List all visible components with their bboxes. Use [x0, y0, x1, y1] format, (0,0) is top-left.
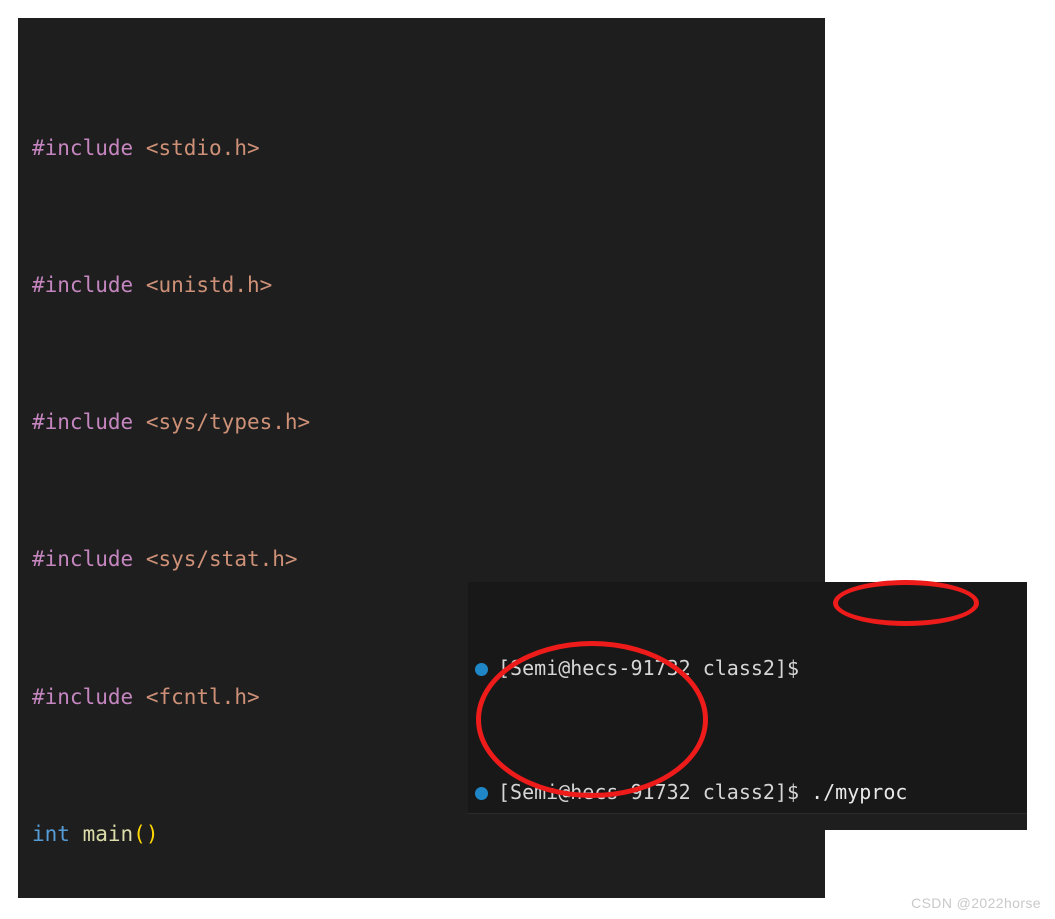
- terminal-panel[interactable]: [Semi@hecs-91732 class2]$ [Semi@hecs-917…: [468, 582, 1027, 830]
- terminal-output: [Semi@hecs-91732 class2]$ [Semi@hecs-917…: [468, 582, 1027, 830]
- preprocessor-token: #include: [32, 410, 134, 435]
- header-path: <sys/stat.h>: [145, 547, 298, 572]
- preprocessor-token: #include: [32, 684, 134, 709]
- header-path: <stdio.h>: [145, 135, 260, 160]
- code-line: #include <sys/stat.h>: [18, 542, 825, 576]
- code-line: #include <unistd.h>: [18, 268, 825, 302]
- preprocessor-token: #include: [32, 273, 134, 298]
- preprocessor-token: #include: [32, 547, 134, 572]
- type-keyword-int: int: [32, 821, 70, 846]
- header-path: <fcntl.h>: [145, 684, 260, 709]
- terminal-row-partial: [Semi@hecs-91732 class2]$: [468, 653, 1027, 684]
- code-line: #include <stdio.h>: [18, 131, 825, 165]
- prompt-bullet-icon: [475, 663, 488, 676]
- header-path: <sys/types.h>: [145, 410, 311, 435]
- code-line: #include <sys/types.h>: [18, 405, 825, 439]
- function-name-main: main: [82, 821, 134, 846]
- preprocessor-token: #include: [32, 135, 134, 160]
- terminal-prompt: [Semi@hecs-91732 class2]$: [498, 656, 800, 680]
- terminal-command-myproc: ./myproc: [799, 780, 908, 804]
- paren: (): [133, 821, 159, 846]
- header-path: <unistd.h>: [145, 273, 273, 298]
- watermark-text: CSDN @2022horse: [911, 895, 1041, 911]
- terminal-status-bar: [468, 813, 1027, 830]
- terminal-row: [Semi@hecs-91732 class2]$ ./myproc: [468, 777, 1027, 808]
- terminal-prompt: [Semi@hecs-91732 class2]$: [498, 780, 800, 804]
- prompt-bullet-icon: [475, 787, 488, 800]
